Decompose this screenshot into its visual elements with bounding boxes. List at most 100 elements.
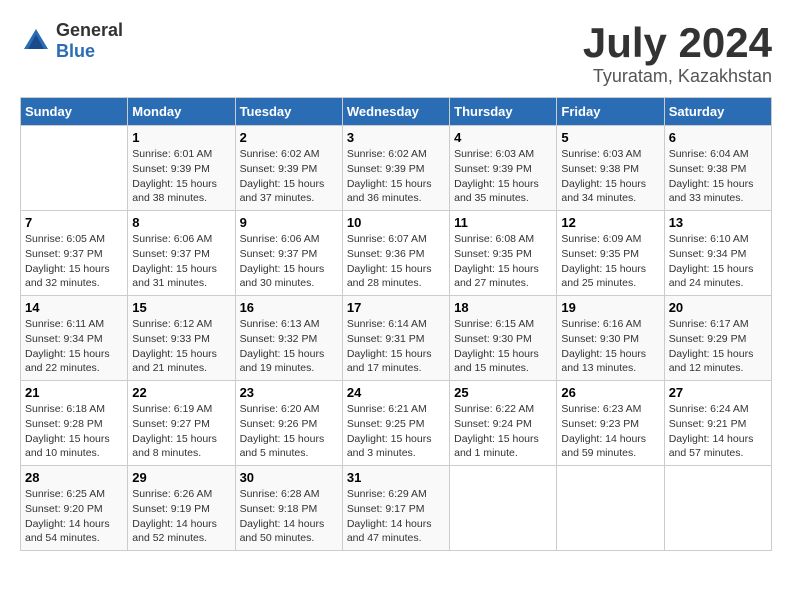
day-detail: Sunrise: 6:12 AMSunset: 9:33 PMDaylight:… (132, 318, 217, 374)
day-detail: Sunrise: 6:20 AMSunset: 9:26 PMDaylight:… (240, 403, 325, 459)
header-sunday: Sunday (21, 98, 128, 126)
day-number: 6 (669, 130, 767, 145)
calendar-cell: 21 Sunrise: 6:18 AMSunset: 9:28 PMDaylig… (21, 381, 128, 466)
week-row-4: 21 Sunrise: 6:18 AMSunset: 9:28 PMDaylig… (21, 381, 772, 466)
header-tuesday: Tuesday (235, 98, 342, 126)
calendar-cell (664, 466, 771, 551)
calendar-cell: 3 Sunrise: 6:02 AMSunset: 9:39 PMDayligh… (342, 126, 449, 211)
calendar-cell: 19 Sunrise: 6:16 AMSunset: 9:30 PMDaylig… (557, 296, 664, 381)
calendar-cell: 9 Sunrise: 6:06 AMSunset: 9:37 PMDayligh… (235, 211, 342, 296)
day-number: 18 (454, 300, 552, 315)
logo: General Blue (20, 20, 123, 62)
header-wednesday: Wednesday (342, 98, 449, 126)
day-detail: Sunrise: 6:03 AMSunset: 9:38 PMDaylight:… (561, 148, 646, 204)
day-number: 19 (561, 300, 659, 315)
calendar-cell: 17 Sunrise: 6:14 AMSunset: 9:31 PMDaylig… (342, 296, 449, 381)
day-number: 2 (240, 130, 338, 145)
day-detail: Sunrise: 6:29 AMSunset: 9:17 PMDaylight:… (347, 488, 432, 544)
day-number: 29 (132, 470, 230, 485)
day-number: 3 (347, 130, 445, 145)
calendar-cell: 7 Sunrise: 6:05 AMSunset: 9:37 PMDayligh… (21, 211, 128, 296)
title-area: July 2024 Tyuratam, Kazakhstan (583, 20, 772, 87)
day-number: 16 (240, 300, 338, 315)
calendar-cell: 31 Sunrise: 6:29 AMSunset: 9:17 PMDaylig… (342, 466, 449, 551)
day-detail: Sunrise: 6:02 AMSunset: 9:39 PMDaylight:… (240, 148, 325, 204)
day-number: 7 (25, 215, 123, 230)
day-number: 20 (669, 300, 767, 315)
day-number: 12 (561, 215, 659, 230)
calendar-cell: 16 Sunrise: 6:13 AMSunset: 9:32 PMDaylig… (235, 296, 342, 381)
day-number: 25 (454, 385, 552, 400)
header-saturday: Saturday (664, 98, 771, 126)
calendar-cell: 27 Sunrise: 6:24 AMSunset: 9:21 PMDaylig… (664, 381, 771, 466)
day-number: 8 (132, 215, 230, 230)
day-detail: Sunrise: 6:22 AMSunset: 9:24 PMDaylight:… (454, 403, 539, 459)
week-row-1: 1 Sunrise: 6:01 AMSunset: 9:39 PMDayligh… (21, 126, 772, 211)
logo-text: General Blue (56, 20, 123, 62)
day-number: 27 (669, 385, 767, 400)
day-number: 31 (347, 470, 445, 485)
day-detail: Sunrise: 6:28 AMSunset: 9:18 PMDaylight:… (240, 488, 325, 544)
day-number: 23 (240, 385, 338, 400)
day-detail: Sunrise: 6:07 AMSunset: 9:36 PMDaylight:… (347, 233, 432, 289)
logo-general: General (56, 20, 123, 40)
day-detail: Sunrise: 6:24 AMSunset: 9:21 PMDaylight:… (669, 403, 754, 459)
day-number: 26 (561, 385, 659, 400)
calendar-cell (21, 126, 128, 211)
location-subtitle: Tyuratam, Kazakhstan (583, 66, 772, 87)
day-detail: Sunrise: 6:01 AMSunset: 9:39 PMDaylight:… (132, 148, 217, 204)
logo-icon (20, 25, 52, 57)
day-number: 10 (347, 215, 445, 230)
calendar-cell: 22 Sunrise: 6:19 AMSunset: 9:27 PMDaylig… (128, 381, 235, 466)
day-detail: Sunrise: 6:19 AMSunset: 9:27 PMDaylight:… (132, 403, 217, 459)
calendar-cell: 14 Sunrise: 6:11 AMSunset: 9:34 PMDaylig… (21, 296, 128, 381)
day-detail: Sunrise: 6:10 AMSunset: 9:34 PMDaylight:… (669, 233, 754, 289)
week-row-5: 28 Sunrise: 6:25 AMSunset: 9:20 PMDaylig… (21, 466, 772, 551)
calendar-cell: 20 Sunrise: 6:17 AMSunset: 9:29 PMDaylig… (664, 296, 771, 381)
week-row-3: 14 Sunrise: 6:11 AMSunset: 9:34 PMDaylig… (21, 296, 772, 381)
week-row-2: 7 Sunrise: 6:05 AMSunset: 9:37 PMDayligh… (21, 211, 772, 296)
calendar-cell: 4 Sunrise: 6:03 AMSunset: 9:39 PMDayligh… (450, 126, 557, 211)
day-number: 14 (25, 300, 123, 315)
calendar-cell (557, 466, 664, 551)
weekday-header-row: Sunday Monday Tuesday Wednesday Thursday… (21, 98, 772, 126)
header-thursday: Thursday (450, 98, 557, 126)
calendar-cell: 8 Sunrise: 6:06 AMSunset: 9:37 PMDayligh… (128, 211, 235, 296)
day-detail: Sunrise: 6:06 AMSunset: 9:37 PMDaylight:… (132, 233, 217, 289)
day-detail: Sunrise: 6:11 AMSunset: 9:34 PMDaylight:… (25, 318, 110, 374)
logo-blue: Blue (56, 41, 95, 61)
calendar-cell: 24 Sunrise: 6:21 AMSunset: 9:25 PMDaylig… (342, 381, 449, 466)
day-detail: Sunrise: 6:26 AMSunset: 9:19 PMDaylight:… (132, 488, 217, 544)
header-monday: Monday (128, 98, 235, 126)
day-detail: Sunrise: 6:03 AMSunset: 9:39 PMDaylight:… (454, 148, 539, 204)
day-detail: Sunrise: 6:17 AMSunset: 9:29 PMDaylight:… (669, 318, 754, 374)
page-header: General Blue July 2024 Tyuratam, Kazakhs… (20, 20, 772, 87)
day-detail: Sunrise: 6:25 AMSunset: 9:20 PMDaylight:… (25, 488, 110, 544)
calendar-cell: 5 Sunrise: 6:03 AMSunset: 9:38 PMDayligh… (557, 126, 664, 211)
calendar-table: Sunday Monday Tuesday Wednesday Thursday… (20, 97, 772, 551)
day-number: 17 (347, 300, 445, 315)
calendar-cell: 18 Sunrise: 6:15 AMSunset: 9:30 PMDaylig… (450, 296, 557, 381)
calendar-cell: 10 Sunrise: 6:07 AMSunset: 9:36 PMDaylig… (342, 211, 449, 296)
calendar-cell: 29 Sunrise: 6:26 AMSunset: 9:19 PMDaylig… (128, 466, 235, 551)
day-detail: Sunrise: 6:14 AMSunset: 9:31 PMDaylight:… (347, 318, 432, 374)
day-detail: Sunrise: 6:21 AMSunset: 9:25 PMDaylight:… (347, 403, 432, 459)
calendar-cell: 26 Sunrise: 6:23 AMSunset: 9:23 PMDaylig… (557, 381, 664, 466)
calendar-cell: 6 Sunrise: 6:04 AMSunset: 9:38 PMDayligh… (664, 126, 771, 211)
day-number: 1 (132, 130, 230, 145)
day-detail: Sunrise: 6:04 AMSunset: 9:38 PMDaylight:… (669, 148, 754, 204)
day-detail: Sunrise: 6:05 AMSunset: 9:37 PMDaylight:… (25, 233, 110, 289)
day-number: 15 (132, 300, 230, 315)
day-number: 9 (240, 215, 338, 230)
day-detail: Sunrise: 6:13 AMSunset: 9:32 PMDaylight:… (240, 318, 325, 374)
day-number: 5 (561, 130, 659, 145)
calendar-cell: 28 Sunrise: 6:25 AMSunset: 9:20 PMDaylig… (21, 466, 128, 551)
day-number: 28 (25, 470, 123, 485)
calendar-cell: 23 Sunrise: 6:20 AMSunset: 9:26 PMDaylig… (235, 381, 342, 466)
month-year-title: July 2024 (583, 20, 772, 66)
calendar-cell: 12 Sunrise: 6:09 AMSunset: 9:35 PMDaylig… (557, 211, 664, 296)
day-detail: Sunrise: 6:06 AMSunset: 9:37 PMDaylight:… (240, 233, 325, 289)
day-detail: Sunrise: 6:15 AMSunset: 9:30 PMDaylight:… (454, 318, 539, 374)
calendar-cell: 13 Sunrise: 6:10 AMSunset: 9:34 PMDaylig… (664, 211, 771, 296)
day-detail: Sunrise: 6:18 AMSunset: 9:28 PMDaylight:… (25, 403, 110, 459)
